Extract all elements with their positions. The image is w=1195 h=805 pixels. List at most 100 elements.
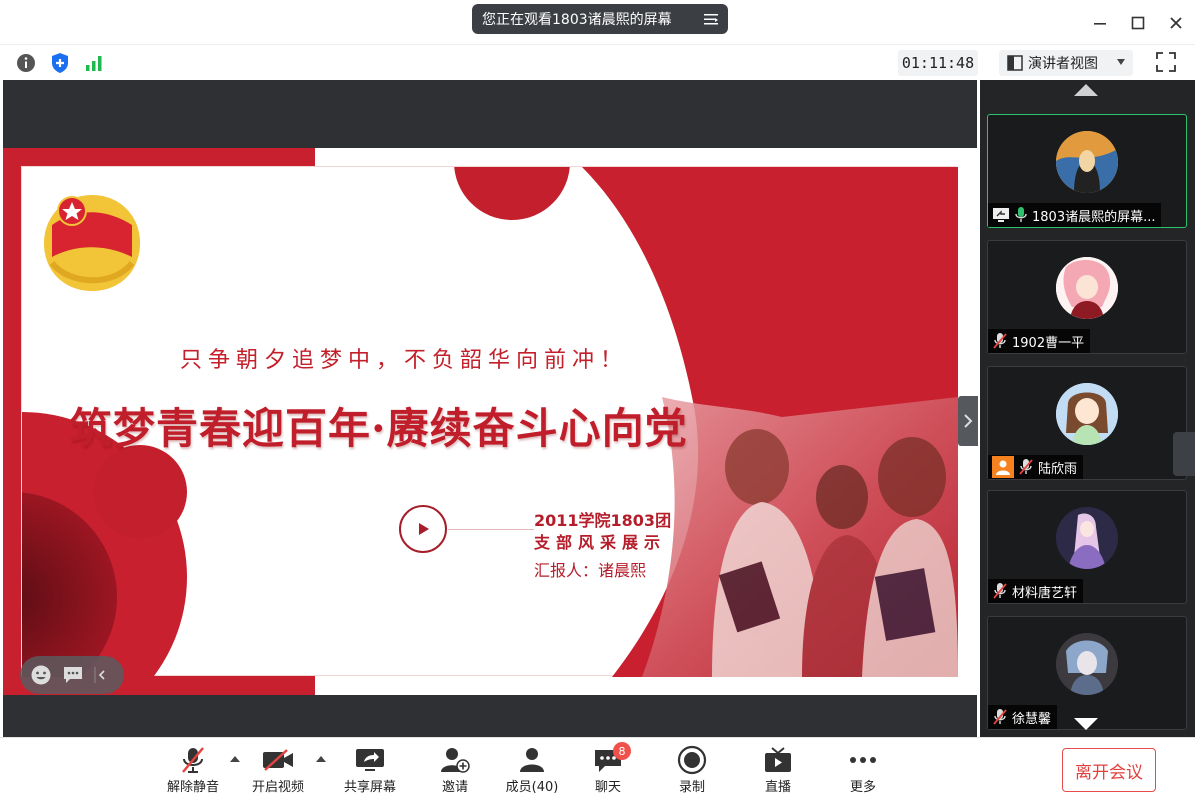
chat-unread-badge: 8 — [613, 742, 631, 760]
live-button[interactable]: 直播 — [743, 744, 813, 800]
screen-share-icon — [993, 208, 1009, 222]
more-label: 更多 — [849, 780, 876, 795]
play-icon — [419, 523, 429, 535]
chevron-down-icon — [1117, 59, 1125, 65]
participant-name: 陆欣雨 — [1038, 461, 1078, 477]
side-panel-toggle[interactable] — [1173, 432, 1195, 476]
participant-name-bar: 陆欣雨 — [988, 455, 1084, 479]
slide-slogan: 只争朝夕追梦中，不负韶华向前冲！ — [180, 348, 629, 373]
meeting-toolbar: 01:11:48 演讲者视图 — [0, 44, 1195, 80]
leave-meeting-button[interactable]: 离开会议 — [1062, 748, 1156, 792]
live-stream-icon — [765, 747, 791, 772]
shared-screen-area: 只争朝夕追梦中，不负韶华向前冲！ 筑梦青春迎百年·赓续奋斗心向党 2011学院1… — [3, 80, 978, 737]
invite-button[interactable]: 邀请 — [420, 744, 490, 800]
participant-tile[interactable]: 陆欣雨 — [987, 366, 1187, 480]
start-video-label: 开启视频 — [251, 780, 304, 795]
microphone-muted-icon — [993, 709, 1007, 725]
slide-subtitle-line2: 支部风采展示 — [534, 533, 667, 552]
microphone-muted-icon — [1019, 459, 1033, 475]
info-icon — [17, 54, 35, 72]
avatar — [1056, 507, 1118, 569]
participant-tile[interactable]: 徐慧馨 — [987, 616, 1187, 730]
slide-reporter: 汇报人：诸晨熙 — [534, 561, 647, 580]
meeting-window: 您正在观看1803诸晨熙的屏幕 01:11:48 演讲者视图 只争朝夕追梦中，不… — [0, 0, 1195, 805]
play-button[interactable] — [399, 505, 447, 553]
presentation-slide: 只争朝夕追梦中，不负韶华向前冲！ 筑梦青春迎百年·赓续奋斗心向党 2011学院1… — [3, 148, 977, 695]
start-video-button[interactable]: 开启视频 — [243, 744, 313, 800]
shield-icon — [52, 53, 68, 73]
avatar — [1056, 131, 1118, 193]
avatar — [1056, 633, 1118, 695]
close-button[interactable] — [1157, 8, 1195, 38]
unmute-label: 解除静音 — [166, 780, 219, 795]
view-mode-label: 演讲者视图 — [1028, 56, 1098, 72]
network-signal-button[interactable] — [82, 51, 106, 75]
unmute-button[interactable]: 解除静音 — [158, 744, 228, 800]
audio-options-caret[interactable] — [230, 756, 240, 762]
maximize-icon — [1131, 16, 1145, 30]
collapse-icon[interactable] — [94, 665, 108, 685]
participant-name: 徐慧馨 — [1012, 711, 1052, 727]
view-mode-dropdown[interactable]: 演讲者视图 — [999, 50, 1133, 76]
share-screen-label: 共享屏幕 — [343, 780, 396, 795]
chevron-right-icon — [964, 414, 973, 428]
participant-name: 1803诸晨熙的屏幕... — [1032, 209, 1156, 225]
more-button[interactable]: 更多 — [828, 744, 898, 800]
members-label: 成员(40) — [505, 780, 559, 795]
participant-tile[interactable]: 材料唐艺轩 — [987, 490, 1187, 604]
live-label: 直播 — [764, 780, 791, 795]
participant-name-bar: 1803诸晨熙的屏幕... — [988, 203, 1162, 227]
reaction-float-bar — [20, 656, 124, 694]
screen-share-banner: 您正在观看1803诸晨熙的屏幕 — [472, 4, 728, 34]
microphone-muted-icon — [182, 747, 204, 773]
record-label: 录制 — [678, 780, 705, 795]
minimize-button[interactable] — [1081, 8, 1119, 38]
avatar — [1056, 383, 1118, 445]
avatar — [1056, 257, 1118, 319]
scroll-up-icon[interactable] — [1074, 84, 1098, 96]
camera-off-icon — [263, 749, 293, 771]
meeting-timer: 01:11:48 — [898, 50, 978, 76]
slide-content-area: 只争朝夕追梦中，不负韶华向前冲！ 筑梦青春迎百年·赓续奋斗心向党 2011学院1… — [21, 166, 958, 677]
divider-line — [448, 529, 534, 530]
info-button[interactable] — [14, 51, 38, 75]
chat-label: 聊天 — [594, 780, 621, 795]
participant-tile[interactable]: 1803诸晨熙的屏幕... — [987, 114, 1187, 228]
slide-headline: 筑梦青春迎百年·赓续奋斗心向党 — [70, 404, 688, 453]
record-button[interactable]: 录制 — [657, 744, 727, 800]
signal-bars-icon — [86, 56, 102, 71]
share-screen-button[interactable]: 共享屏幕 — [335, 744, 405, 800]
banner-text: 您正在观看1803诸晨熙的屏幕 — [482, 12, 672, 28]
close-icon — [1170, 17, 1182, 29]
students-photo — [712, 429, 958, 677]
user-icon — [992, 456, 1014, 478]
participant-name-bar: 材料唐艺轩 — [988, 579, 1084, 603]
minimize-icon — [1094, 23, 1106, 25]
participant-tile[interactable]: 1902曹一平 — [987, 240, 1187, 354]
chat-button[interactable]: 聊天 8 — [573, 742, 643, 800]
maximize-button[interactable] — [1119, 8, 1157, 38]
next-slide-button[interactable] — [958, 396, 978, 446]
list-menu-icon[interactable] — [702, 10, 720, 28]
members-button[interactable]: 成员(40) — [497, 744, 567, 800]
scroll-down-icon[interactable] — [1074, 718, 1098, 730]
security-button[interactable] — [48, 51, 72, 75]
members-icon — [520, 748, 544, 772]
slide-border-decoration — [3, 148, 315, 166]
meeting-control-bar: 解除静音 开启视频 共享屏幕 邀请 成员(40) 聊天 8 录制 直播 更多 离… — [0, 737, 1195, 805]
fullscreen-icon[interactable] — [1155, 51, 1177, 73]
more-icon — [850, 757, 876, 763]
video-options-caret[interactable] — [316, 756, 326, 762]
title-bar: 您正在观看1803诸晨熙的屏幕 — [0, 0, 1195, 44]
emoji-icon[interactable] — [30, 664, 52, 686]
slide-subtitle-line1: 2011学院1803团 — [534, 511, 672, 530]
microphone-on-icon — [1015, 207, 1027, 222]
participants-panel: 1803诸晨熙的屏幕... 1902曹一平 陆欣雨 材料唐艺轩 徐慧馨 — [980, 80, 1195, 737]
share-screen-icon — [356, 749, 384, 771]
record-icon — [677, 745, 707, 775]
invite-label: 邀请 — [441, 780, 468, 795]
slide-border-decoration — [3, 148, 21, 695]
participant-name-bar: 徐慧馨 — [988, 705, 1058, 729]
chat-bubble-icon[interactable] — [62, 665, 84, 685]
microphone-muted-icon — [993, 583, 1007, 599]
